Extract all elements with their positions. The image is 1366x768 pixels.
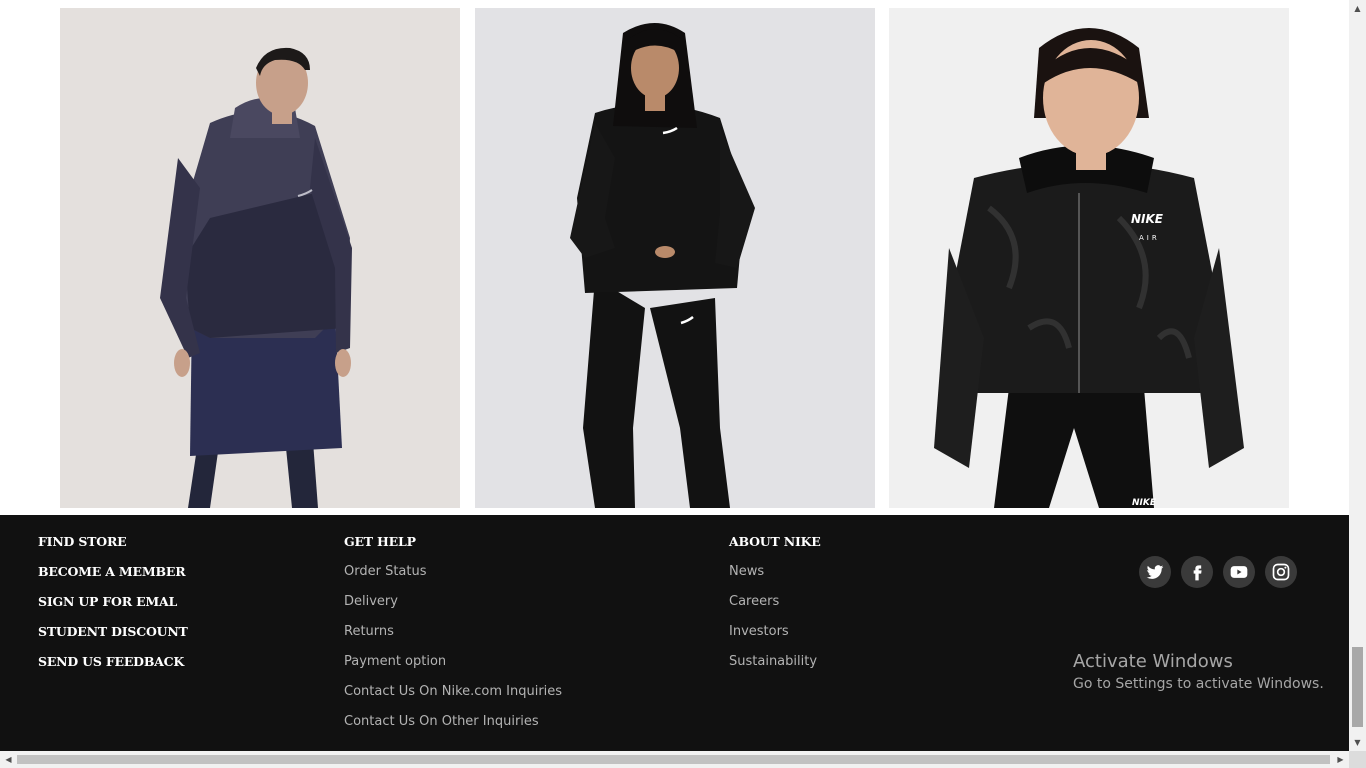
footer-get-help: GET HELP Order Status Delivery Returns P… bbox=[344, 533, 562, 743]
find-store-link[interactable]: FIND STORE bbox=[38, 533, 188, 563]
returns-link[interactable]: Returns bbox=[344, 623, 562, 653]
product-image: NIKE AIR NIKE bbox=[889, 8, 1289, 508]
facebook-icon bbox=[1193, 565, 1202, 581]
footer-about: ABOUT NIKE News Careers Investors Sustai… bbox=[729, 533, 821, 683]
social-links bbox=[1139, 556, 1297, 588]
scroll-right-arrow-icon[interactable]: ▶ bbox=[1332, 751, 1349, 768]
email-signup-link[interactable]: SIGN UP FOR EMAL bbox=[38, 593, 188, 623]
news-link[interactable]: News bbox=[729, 563, 821, 593]
twitter-icon bbox=[1146, 565, 1164, 579]
product-gallery: NIKE AIR NIKE bbox=[60, 8, 1289, 508]
contact-nike-inquiries-link[interactable]: Contact Us On Nike.com Inquiries bbox=[344, 683, 562, 713]
horizontal-scrollbar[interactable]: ◀ ▶ bbox=[0, 751, 1366, 768]
product-image bbox=[60, 8, 460, 508]
product-card-windrunner[interactable] bbox=[60, 8, 460, 508]
about-nike-heading: ABOUT NIKE bbox=[729, 534, 821, 549]
product-card-velour-jacket[interactable]: NIKE AIR NIKE bbox=[889, 8, 1289, 508]
horizontal-scroll-thumb[interactable] bbox=[17, 755, 1330, 764]
nike-air-logo-text: NIKE bbox=[1131, 212, 1164, 226]
page: NIKE AIR NIKE FIND STORE BECOME A MEMBER… bbox=[0, 0, 1349, 751]
watermark-title: Activate Windows bbox=[1073, 651, 1233, 672]
get-help-heading: GET HELP bbox=[344, 534, 416, 549]
scroll-up-arrow-icon[interactable]: ▲ bbox=[1349, 0, 1366, 17]
become-member-link[interactable]: BECOME A MEMBER bbox=[38, 563, 188, 593]
vertical-scroll-thumb[interactable] bbox=[1352, 647, 1363, 727]
scrollbar-corner bbox=[1349, 751, 1366, 768]
activate-windows-watermark: Activate Windows Go to Settings to activ… bbox=[1073, 652, 1324, 696]
investors-link[interactable]: Investors bbox=[729, 623, 821, 653]
scroll-left-arrow-icon[interactable]: ◀ bbox=[0, 751, 17, 768]
watermark-subtitle: Go to Settings to activate Windows. bbox=[1073, 676, 1324, 692]
leggings-logo-text: NIKE bbox=[1132, 498, 1157, 508]
student-discount-link[interactable]: STUDENT DISCOUNT bbox=[38, 623, 188, 653]
contact-other-inquiries-link[interactable]: Contact Us On Other Inquiries bbox=[344, 713, 562, 743]
footer-primary-links: FIND STORE BECOME A MEMBER SIGN UP FOR E… bbox=[38, 533, 188, 683]
facebook-button[interactable] bbox=[1181, 556, 1213, 588]
youtube-icon bbox=[1230, 566, 1248, 578]
payment-option-link[interactable]: Payment option bbox=[344, 653, 562, 683]
nike-air-logo-sub: AIR bbox=[1139, 234, 1160, 242]
twitter-button[interactable] bbox=[1139, 556, 1171, 588]
instagram-button[interactable] bbox=[1265, 556, 1297, 588]
delivery-link[interactable]: Delivery bbox=[344, 593, 562, 623]
product-card-hoodie-joggers[interactable] bbox=[475, 8, 875, 508]
order-status-link[interactable]: Order Status bbox=[344, 563, 562, 593]
sustainability-link[interactable]: Sustainability bbox=[729, 653, 821, 683]
send-feedback-link[interactable]: SEND US FEEDBACK bbox=[38, 653, 188, 683]
careers-link[interactable]: Careers bbox=[729, 593, 821, 623]
site-footer: FIND STORE BECOME A MEMBER SIGN UP FOR E… bbox=[0, 515, 1349, 751]
instagram-icon bbox=[1272, 563, 1290, 581]
youtube-button[interactable] bbox=[1223, 556, 1255, 588]
product-image bbox=[475, 8, 875, 508]
scroll-down-arrow-icon[interactable]: ▼ bbox=[1349, 734, 1366, 751]
vertical-scrollbar[interactable]: ▲ ▼ bbox=[1349, 0, 1366, 751]
